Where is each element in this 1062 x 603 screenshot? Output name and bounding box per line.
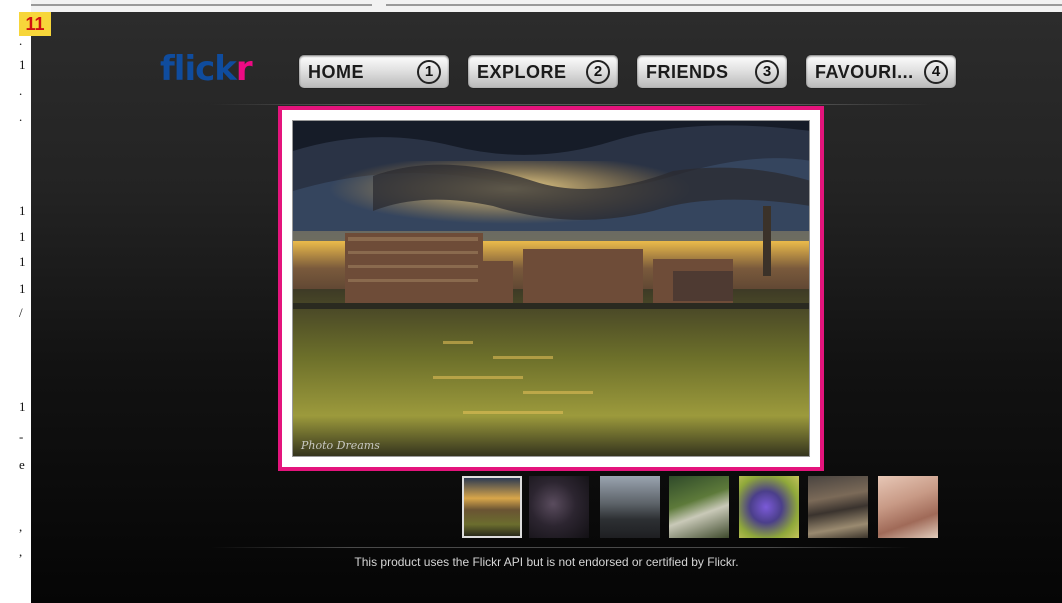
nav-home-number: 1	[417, 60, 441, 84]
nav-favourites-number: 4	[924, 60, 948, 84]
nav-divider	[211, 104, 931, 105]
main-photo[interactable]: Photo Dreams	[292, 120, 810, 457]
top-rule-left	[0, 4, 372, 6]
nav-friends-label: FRIENDS	[646, 62, 729, 82]
photo-watermark: Photo Dreams	[301, 439, 380, 452]
logo-text-suffix: r	[235, 49, 253, 89]
thumbnail-woman-portrait[interactable]	[878, 476, 938, 538]
top-rule-right	[386, 4, 1062, 6]
flickr-logo[interactable]: flickr	[160, 49, 253, 89]
footer-disclaimer: This product uses the Flickr API but is …	[354, 555, 739, 569]
main-photo-frame[interactable]: Photo Dreams	[278, 106, 824, 471]
thumbnail-road-car[interactable]	[600, 476, 660, 538]
thumbnail-rock-landscape[interactable]	[808, 476, 868, 538]
harbor-sunset-image	[293, 121, 809, 456]
nav-friends-number: 3	[755, 60, 779, 84]
thumbnail-dark-portrait[interactable]	[529, 476, 589, 538]
flickr-app-stage: flickr HOME 1 EXPLORE 2 FRIENDS 3 FAVOUR…	[31, 12, 1062, 603]
slide-number-badge: 11	[19, 12, 51, 36]
footer-divider	[211, 547, 911, 548]
thumbnail-purple-flower[interactable]	[739, 476, 799, 538]
nav-explore-number: 2	[586, 60, 610, 84]
thumbnail-harbor-sunset[interactable]	[462, 476, 522, 538]
thumbnail-boat-garden[interactable]	[669, 476, 729, 538]
nav-favourites-button[interactable]: FAVOURI... 4	[806, 55, 956, 88]
left-document-strip: . 1 . . 1 1 1 1 / 1 - e , ,	[0, 0, 31, 603]
nav-home-label: HOME	[308, 62, 364, 82]
top-bar	[0, 0, 1062, 12]
nav-favourites-label: FAVOURI...	[815, 62, 914, 82]
nav-friends-button[interactable]: FRIENDS 3	[637, 55, 787, 88]
nav-explore-button[interactable]: EXPLORE 2	[468, 55, 618, 88]
nav-home-button[interactable]: HOME 1	[299, 55, 449, 88]
nav-explore-label: EXPLORE	[477, 62, 567, 82]
logo-text-prefix: flick	[160, 49, 237, 89]
